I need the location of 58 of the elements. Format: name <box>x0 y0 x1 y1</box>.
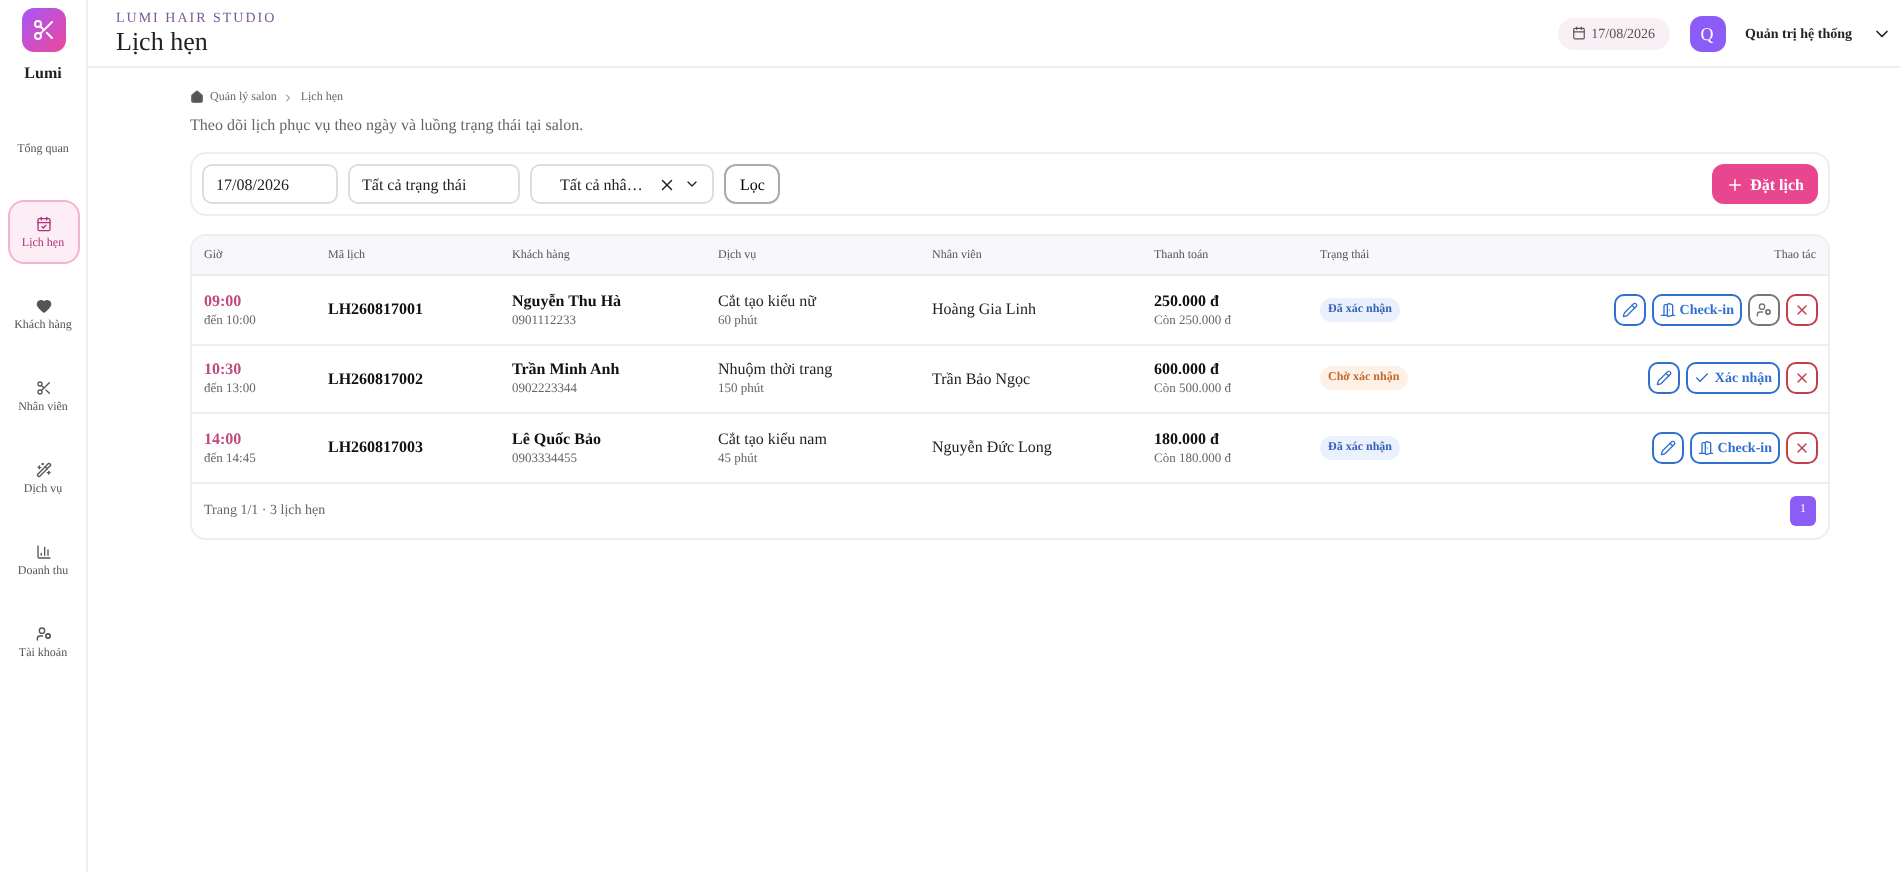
user-avatar[interactable]: Q <box>1689 15 1726 51</box>
staff-name: Trần Bảo Ngọc <box>930 369 1033 388</box>
close-icon <box>1794 370 1810 387</box>
customer-name: Nguyễn Thu Hà <box>512 291 624 310</box>
status-select[interactable]: Tất cả trạng thái <box>348 164 520 204</box>
payment-amount: 250.000 đ <box>1154 291 1221 310</box>
staff-select[interactable]: Tất cả nhâ… <box>530 164 714 204</box>
edit-button[interactable] <box>1651 431 1684 464</box>
pencil-icon <box>1659 439 1676 456</box>
customer-name: Lê Quốc Bảo <box>512 429 603 448</box>
heart-icon <box>35 297 51 313</box>
check-icon <box>1694 370 1711 387</box>
service-name: Cắt tạo kiểu nam <box>718 429 829 448</box>
calendar-icon <box>35 215 51 231</box>
filter-button[interactable]: Lọc <box>724 164 781 204</box>
start-time: 10:30 <box>204 360 244 379</box>
wand-icon <box>35 461 51 477</box>
edit-button[interactable] <box>1648 362 1681 395</box>
chevron-down-icon <box>684 176 700 192</box>
calendar-icon <box>1571 26 1586 40</box>
page-description: Theo dõi lịch phục vụ theo ngày và luồng trạng thái tại salon. <box>190 116 586 134</box>
door-icon <box>1659 301 1676 318</box>
close-icon <box>1794 439 1810 456</box>
user-icon <box>1756 301 1772 318</box>
service-name: Nhuộm thời trang <box>718 360 835 379</box>
payment-amount: 600.000 đ <box>1154 360 1221 379</box>
date-field[interactable]: 17/08/2026 <box>202 164 338 204</box>
start-time: 14:00 <box>204 429 244 448</box>
brand-name: Lumi <box>24 64 62 82</box>
plus-icon <box>1726 175 1745 193</box>
staff-name: Nguyễn Đức Long <box>930 438 1054 457</box>
chevron-right-icon <box>282 91 295 103</box>
cancel-button[interactable] <box>1786 362 1818 395</box>
pencil-icon <box>1621 301 1638 318</box>
logo-icon <box>21 8 65 52</box>
pencil-icon <box>1656 370 1673 387</box>
start-time: 09:00 <box>204 291 244 310</box>
appointment-code: LH260817001 <box>328 300 426 319</box>
bar-chart-icon <box>35 543 51 559</box>
service-name: Cắt tạo kiểu nữ <box>718 291 819 310</box>
door-icon <box>1697 439 1714 456</box>
home-icon <box>190 90 204 104</box>
appointment-code: LH260817002 <box>328 369 426 388</box>
customer-name: Trần Minh Anh <box>512 360 622 379</box>
cancel-button[interactable] <box>1786 293 1818 326</box>
payment-amount: 180.000 đ <box>1154 429 1221 448</box>
user-icon <box>35 625 51 641</box>
add-appointment-button[interactable]: Đặt lịch <box>1712 164 1818 204</box>
clear-icon[interactable] <box>658 175 676 193</box>
close-icon <box>1794 301 1810 318</box>
assign-staff-button[interactable] <box>1748 293 1780 326</box>
scissors-icon <box>35 379 51 395</box>
appointment-code: LH260817003 <box>328 438 426 457</box>
staff-name: Hoàng Gia Linh <box>930 300 1038 319</box>
cancel-button[interactable] <box>1786 431 1818 464</box>
edit-button[interactable] <box>1613 293 1646 326</box>
page-title: Lịch hẹn <box>116 25 210 57</box>
select-value: Tất cả nhâ… <box>560 175 643 193</box>
